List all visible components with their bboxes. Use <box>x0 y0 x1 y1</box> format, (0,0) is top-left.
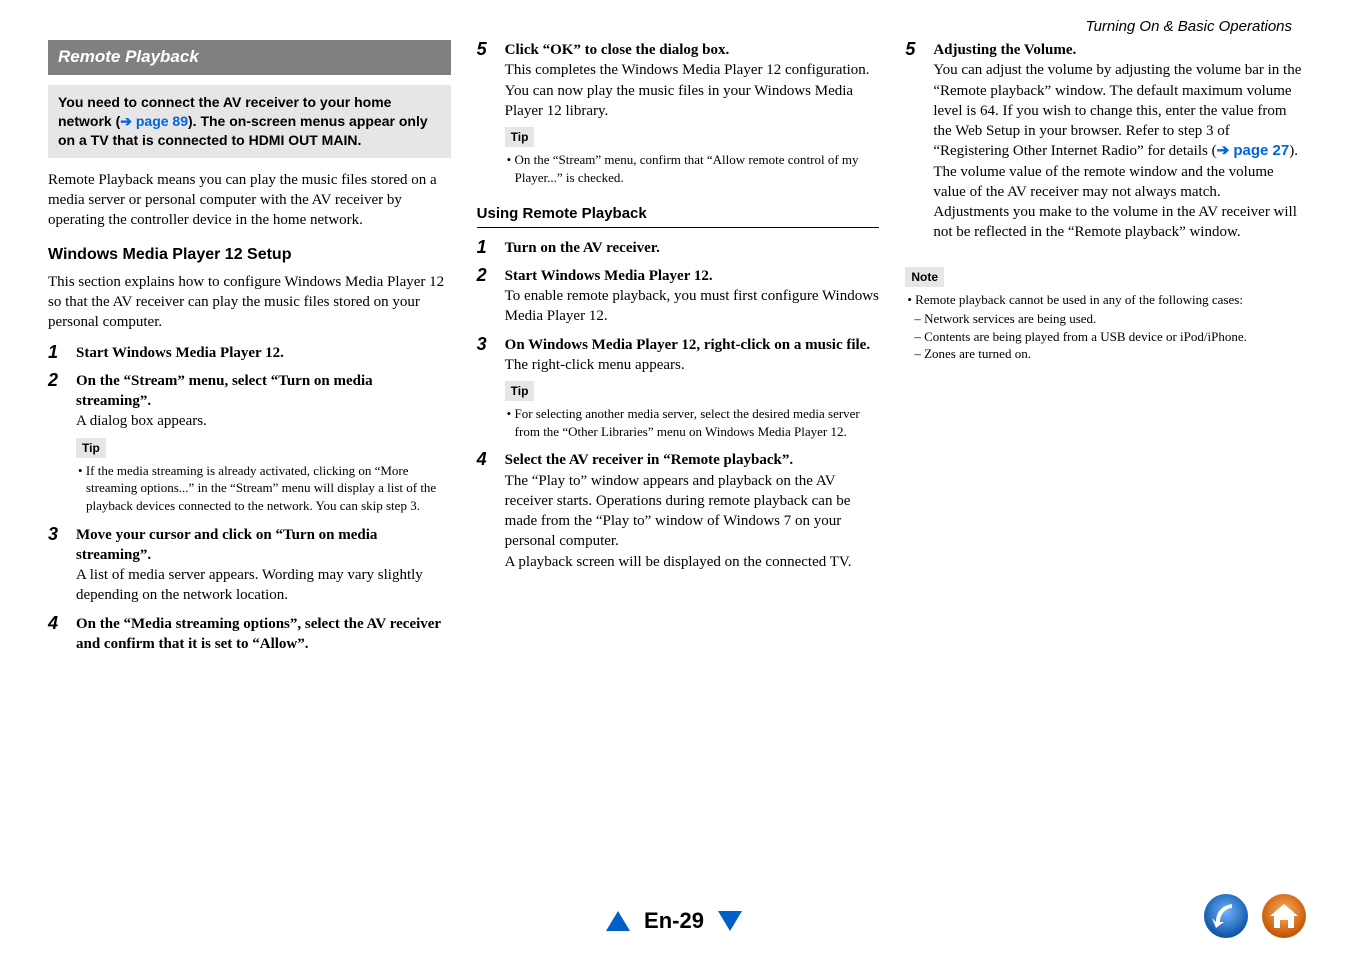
step-text: Adjustments you make to the volume in th… <box>933 202 1308 243</box>
note-label: Note <box>905 267 944 287</box>
step-text: The volume value of the remote window an… <box>933 162 1308 203</box>
tip-bullet: • If the media streaming is already acti… <box>76 462 451 515</box>
tip-bullet: • For selecting another media server, se… <box>505 405 880 440</box>
step-text: A dialog box appears. <box>76 411 451 431</box>
step-item: 1 Start Windows Media Player 12. <box>48 343 451 363</box>
step-text: A playback screen will be displayed on t… <box>505 552 880 572</box>
step-number: 1 <box>477 238 495 258</box>
step-number: 2 <box>477 266 495 327</box>
tip-label: Tip <box>76 438 106 458</box>
step-number: 3 <box>477 335 495 443</box>
step-number: 4 <box>477 450 495 572</box>
step-title: Turn on the AV receiver. <box>505 240 660 256</box>
step-text: You can now play the music files in your… <box>505 81 880 122</box>
step-item: 1 Turn on the AV receiver. <box>477 238 880 258</box>
step-text: To enable remote playback, you must firs… <box>505 286 880 327</box>
column-1: Remote Playback You need to connect the … <box>48 40 451 662</box>
notice-box: You need to connect the AV receiver to y… <box>48 85 451 158</box>
intro-paragraph: Remote Playback means you can play the m… <box>48 170 451 231</box>
step-item: 3 Move your cursor and click on “Turn on… <box>48 525 451 606</box>
step-number: 4 <box>48 614 66 655</box>
column-2: 5 Click “OK” to close the dialog box. Th… <box>477 40 880 662</box>
step-number: 3 <box>48 525 66 606</box>
note-item: – Contents are being played from a USB d… <box>905 328 1308 346</box>
tip-label: Tip <box>505 381 535 401</box>
notice-bold-end: HDMI OUT MAIN. <box>249 132 362 148</box>
step-item: 2 On the “Stream” menu, select “Turn on … <box>48 371 451 517</box>
subsection-heading: Windows Media Player 12 Setup <box>48 244 451 266</box>
step-title: Start Windows Media Player 12. <box>76 345 284 361</box>
step-text: The right-click menu appears. <box>505 355 880 375</box>
step-title: Start Windows Media Player 12. <box>505 266 880 286</box>
step-title: Select the AV receiver in “Remote playba… <box>505 450 880 470</box>
subsection-heading: Using Remote Playback <box>477 204 880 224</box>
tip-label: Tip <box>505 127 535 147</box>
step-title: Move your cursor and click on “Turn on m… <box>76 525 451 566</box>
step-number: 5 <box>477 40 495 188</box>
subsection-desc: This section explains how to configure W… <box>48 272 451 333</box>
step-text: This completes the Windows Media Player … <box>505 60 880 80</box>
step-number: 1 <box>48 343 66 363</box>
heading-rule <box>477 227 880 228</box>
back-icon[interactable] <box>1202 892 1250 940</box>
page-link-27[interactable]: ➔ page 27 <box>1217 142 1290 159</box>
step-title: On the “Media streaming options”, select… <box>76 614 451 655</box>
tip-bullet: • On the “Stream” menu, confirm that “Al… <box>505 151 880 186</box>
note-item: – Zones are turned on. <box>905 345 1308 363</box>
step-text: You can adjust the volume by adjusting t… <box>933 60 1308 161</box>
step-text: The “Play to” window appears and playbac… <box>505 471 880 552</box>
step-item: 5 Click “OK” to close the dialog box. Th… <box>477 40 880 188</box>
step-title: On Windows Media Player 12, right-click … <box>505 335 880 355</box>
page-number: En-29 <box>644 908 704 934</box>
column-3: 5 Adjusting the Volume. You can adjust t… <box>905 40 1308 662</box>
content-columns: Remote Playback You need to connect the … <box>48 40 1308 662</box>
step-item: 5 Adjusting the Volume. You can adjust t… <box>905 40 1308 243</box>
note-lead: • Remote playback cannot be used in any … <box>905 291 1308 309</box>
step-item: 4 Select the AV receiver in “Remote play… <box>477 450 880 572</box>
chapter-title: Turning On & Basic Operations <box>1086 18 1292 35</box>
step-number: 2 <box>48 371 66 517</box>
step-text: A list of media server appears. Wording … <box>76 565 451 606</box>
note-item: – Network services are being used. <box>905 310 1308 328</box>
step-title: Adjusting the Volume. <box>933 40 1308 60</box>
home-icon[interactable] <box>1260 892 1308 940</box>
step-item: 3 On Windows Media Player 12, right-clic… <box>477 335 880 443</box>
page-link-89[interactable]: ➔ page 89 <box>120 113 188 129</box>
step-title: On the “Stream” menu, select “Turn on me… <box>76 371 451 412</box>
page-footer: En-29 <box>0 908 1348 934</box>
section-heading: Remote Playback <box>48 40 451 75</box>
prev-page-icon[interactable] <box>606 911 630 931</box>
step-number: 5 <box>905 40 923 243</box>
step-item: 2 Start Windows Media Player 12. To enab… <box>477 266 880 327</box>
next-page-icon[interactable] <box>718 911 742 931</box>
step-item: 4 On the “Media streaming options”, sele… <box>48 614 451 655</box>
step-title: Click “OK” to close the dialog box. <box>505 40 880 60</box>
